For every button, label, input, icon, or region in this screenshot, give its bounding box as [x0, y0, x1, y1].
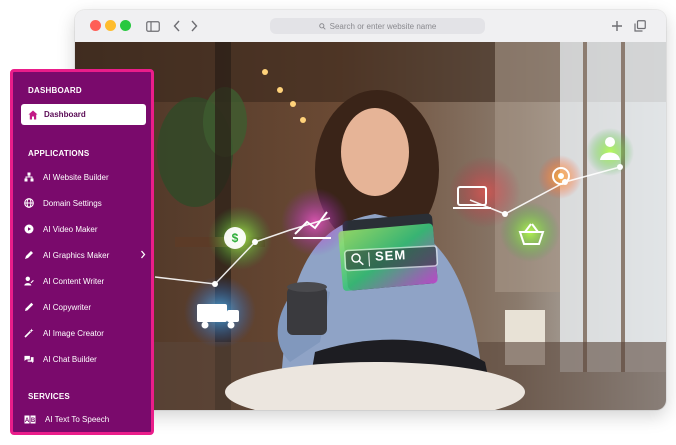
- sidebar-item-ai-video-maker[interactable]: AI Video Maker: [24, 220, 150, 238]
- sidebar-item-label: AI Copywriter: [43, 302, 92, 312]
- sidebar-item-dashboard[interactable]: Dashboard: [21, 104, 146, 125]
- sidebar-item-domain-settings[interactable]: Domain Settings: [24, 194, 150, 212]
- maximize-window-button[interactable]: [120, 20, 131, 31]
- home-icon: [28, 110, 38, 120]
- sidebar-toggle-icon[interactable]: [145, 17, 161, 35]
- chat-icon: [24, 354, 34, 364]
- browser-window: Search or enter website name $ SEM: [75, 10, 666, 410]
- sidebar-item-ai-content-writer[interactable]: AI Content Writer: [24, 272, 150, 290]
- magic-icon: [24, 328, 34, 338]
- pencil-icon: [24, 302, 34, 312]
- sitemap-icon: [24, 172, 34, 182]
- sidebar-item-label: AI Graphics Maker: [43, 250, 110, 260]
- services-section-heading: SERVICES: [28, 392, 70, 401]
- sidebar-item-label: AI Content Writer: [43, 276, 105, 286]
- address-placeholder: Search or enter website name: [329, 21, 437, 31]
- new-tab-plus-icon[interactable]: [611, 17, 623, 35]
- sidebar-item-ai-copywriter[interactable]: AI Copywriter: [24, 298, 150, 316]
- svg-text:B: B: [31, 418, 36, 424]
- search-icon: [318, 22, 326, 30]
- app-sidebar: DASHBOARD Dashboard APPLICATIONS AI Webs…: [10, 69, 154, 435]
- sidebar-item-label: AI Text To Speech: [45, 414, 110, 424]
- user-edit-icon: [24, 276, 34, 286]
- text-speech-icon: AB: [24, 414, 36, 424]
- globe-icon: [24, 198, 34, 208]
- close-window-button[interactable]: [90, 20, 101, 31]
- sidebar-item-ai-chat-builder[interactable]: AI Chat Builder: [24, 350, 150, 368]
- sidebar-item-ai-graphics-maker[interactable]: AI Graphics Maker: [24, 246, 150, 264]
- sidebar-item-label: Domain Settings: [43, 198, 102, 208]
- chevron-right-icon[interactable]: [140, 250, 146, 261]
- sidebar-item-ai-website-builder[interactable]: AI Website Builder: [24, 168, 150, 186]
- sidebar-item-label: AI Video Maker: [43, 224, 98, 234]
- applications-section-heading: APPLICATIONS: [28, 149, 90, 158]
- svg-text:$: $: [232, 231, 239, 245]
- sidebar-item-ai-text-to-speech[interactable]: AB AI Text To Speech: [24, 410, 150, 428]
- hero-photo-scene: $ SEM: [75, 42, 666, 410]
- sidebar-item-label: AI Image Creator: [43, 328, 104, 338]
- back-arrow-icon[interactable]: [171, 17, 183, 35]
- sidebar-item-ai-image-creator[interactable]: AI Image Creator: [24, 324, 150, 342]
- forward-arrow-icon[interactable]: [188, 17, 200, 35]
- dashboard-section-heading: DASHBOARD: [28, 86, 82, 95]
- pen-icon: [24, 250, 34, 260]
- minimize-window-button[interactable]: [105, 20, 116, 31]
- sidebar-item-label: Dashboard: [44, 110, 86, 119]
- sem-label: SEM: [374, 247, 407, 264]
- svg-text:A: A: [25, 418, 30, 424]
- address-bar[interactable]: Search or enter website name: [270, 18, 485, 34]
- video-icon: [24, 224, 34, 234]
- sidebar-item-label: AI Website Builder: [43, 172, 109, 182]
- sidebar-item-label: AI Chat Builder: [43, 354, 97, 364]
- tabs-overview-icon[interactable]: [633, 17, 646, 35]
- browser-toolbar: Search or enter website name: [75, 10, 666, 43]
